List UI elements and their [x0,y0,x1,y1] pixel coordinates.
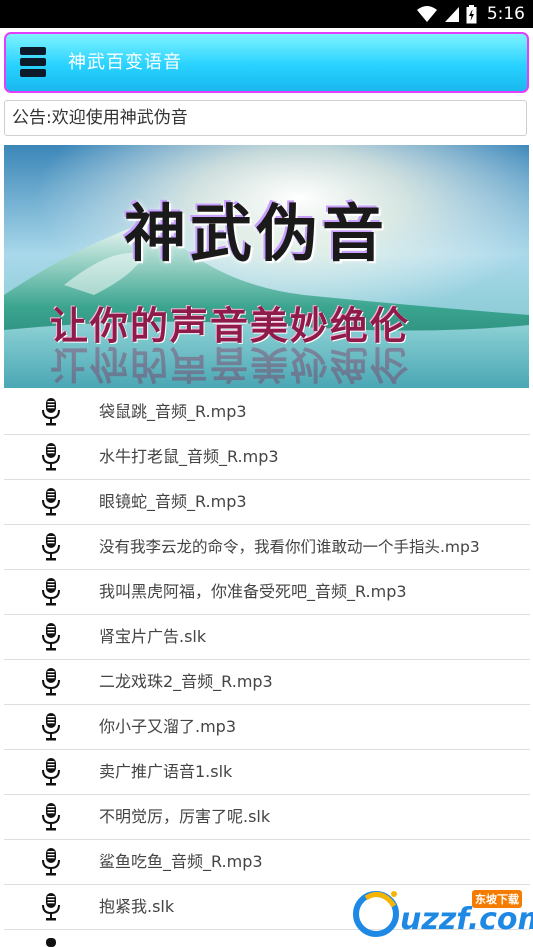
list-item[interactable]: 没有我李云龙的命令，我看你们谁敢动一个手指头.mp3 [4,525,530,570]
microphone-icon [42,803,60,831]
notice-text: 公告:欢迎使用神武伪音 [4,100,527,136]
list-item-label: 二龙戏珠2_音频_R.mp3 [99,672,273,691]
list-item[interactable]: 肾宝片广告.slk [4,615,530,660]
status-time: 5:16 [486,4,525,24]
microphone-icon [42,443,60,471]
list-item-label: 我叫黑虎阿福，你准备受死吧_音频_R.mp3 [99,582,407,601]
list-item-label: 肾宝片广告.slk [99,627,207,646]
list-item-label: 卖广推广语音1.slk [99,762,233,781]
list-item-label: 鲨鱼吃鱼_音频_R.mp3 [99,852,263,871]
wifi-icon [416,6,437,22]
microphone-icon [42,668,60,696]
list-item[interactable]: 你小子又溜了.mp3 [4,705,530,750]
list-item[interactable]: 不明觉厉，厉害了呢.slk [4,795,530,840]
list-item[interactable]: 鲨鱼吃鱼_音频_R.mp3 [4,840,530,885]
microphone-icon [42,623,60,651]
list-item-label: 没有我李云龙的命令，我看你们谁敢动一个手指头.mp3 [99,538,480,556]
list-item[interactable]: 袋鼠跳_音频_R.mp3 [4,390,530,435]
watermark-tag: 东坡下载 [472,890,522,908]
list-item-label: 袋鼠跳_音频_R.mp3 [99,402,247,421]
list-item[interactable]: 二龙戏珠2_音频_R.mp3 [4,660,530,705]
microphone-icon [42,488,60,516]
microphone-icon [42,713,60,741]
microphone-icon [42,758,60,786]
list-item[interactable]: 我叫黑虎阿福，你准备受死吧_音频_R.mp3 [4,570,530,615]
list-item[interactable]: 眼镜蛇_音频_R.mp3 [4,480,530,525]
audio-list: 袋鼠跳_音频_R.mp3 水牛打老鼠_音频_R.mp3 眼镜蛇_音频_R.mp3… [4,390,530,930]
list-item-label: 不明觉厉，厉害了呢.slk [99,807,271,826]
banner-title: 神武伪音 [124,197,389,270]
status-icons: 5:16 [416,0,525,28]
status-bar: 5:16 [0,0,533,28]
app-header: 神武百变语音 [4,32,529,93]
banner-slogan-reflection: 让你的声音美妙绝伦 [50,342,411,387]
list-item[interactable]: 卖广推广语音1.slk [4,750,530,795]
list-item[interactable]: 水牛打老鼠_音频_R.mp3 [4,435,530,480]
microphone-icon [42,398,60,426]
app-title: 神武百变语音 [68,52,182,73]
banner-image[interactable]: 神武伪音 让你的声音美妙绝伦 让你的声音美妙绝伦 [4,145,529,388]
list-item-label: 水牛打老鼠_音频_R.mp3 [99,447,279,466]
menu-icon[interactable] [20,47,46,77]
list-item-label: 抱紧我.slk [99,897,175,916]
battery-icon [466,4,477,23]
list-item-label: 眼镜蛇_音频_R.mp3 [99,492,247,511]
microphone-icon [42,893,60,921]
microphone-icon [42,533,60,561]
watermark-logo: uzzf.com 东坡下载 [352,884,533,942]
microphone-icon [46,938,56,947]
list-item-label: 你小子又溜了.mp3 [99,717,237,736]
microphone-icon [42,578,60,606]
signal-icon [444,7,459,22]
microphone-icon [42,848,60,876]
